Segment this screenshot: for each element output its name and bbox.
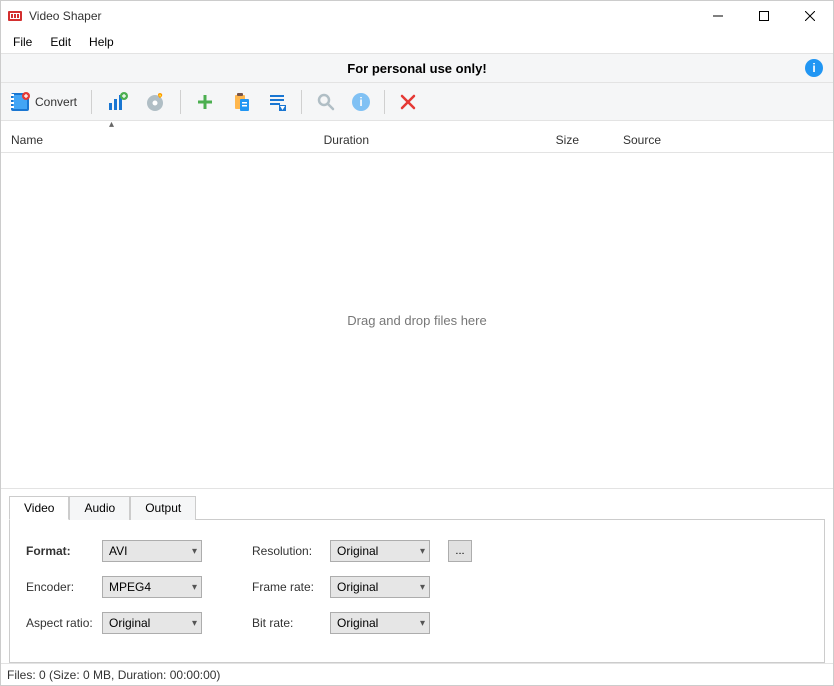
aspect-label: Aspect ratio: (26, 616, 102, 630)
tab-video[interactable]: Video (9, 496, 69, 520)
list-download-icon (267, 92, 287, 112)
chevron-down-icon: ▾ (192, 546, 197, 557)
bitrate-select[interactable]: Original ▾ (330, 612, 430, 634)
menu-edit[interactable]: Edit (42, 33, 79, 51)
window-title: Video Shaper (29, 9, 102, 23)
delete-button[interactable] (395, 87, 421, 117)
chevron-down-icon: ▾ (192, 582, 197, 593)
list-button[interactable] (263, 87, 291, 117)
chevron-down-icon: ▾ (420, 582, 425, 593)
encoder-select[interactable]: MPEG4 ▾ (102, 576, 202, 598)
info-button[interactable]: i (348, 87, 374, 117)
column-source[interactable]: Source (583, 133, 827, 147)
convert-button[interactable]: Convert (5, 87, 81, 117)
search-button[interactable] (312, 87, 340, 117)
toolbar: Convert (1, 83, 833, 121)
encoder-label: Encoder: (26, 580, 102, 594)
framerate-select[interactable]: Original ▾ (330, 576, 430, 598)
plus-icon (195, 92, 215, 112)
paste-button[interactable] (227, 87, 255, 117)
clipboard-icon (231, 92, 251, 112)
tab-panel-video: Format: AVI ▾ Resolution: Original ▾ ...… (9, 519, 825, 663)
maximize-button[interactable] (741, 1, 787, 31)
column-name[interactable]: Name (7, 133, 217, 147)
format-label: Format: (26, 544, 102, 558)
close-button[interactable] (787, 1, 833, 31)
file-list-area[interactable]: Drag and drop files here (1, 153, 833, 488)
toolbar-separator (384, 90, 385, 114)
bitrate-label: Bit rate: (252, 616, 330, 630)
status-text: Files: 0 (Size: 0 MB, Duration: 00:00:00… (7, 668, 220, 682)
disc-burn-icon (144, 91, 166, 113)
equalizer-icon (106, 91, 128, 113)
menubar: File Edit Help (1, 31, 833, 53)
info-circle-icon: i (352, 93, 370, 111)
aspect-select[interactable]: Original ▾ (102, 612, 202, 634)
film-icon (9, 91, 31, 113)
column-header-row: Name Duration Size Source (1, 127, 833, 153)
format-select[interactable]: AVI ▾ (102, 540, 202, 562)
minimize-button[interactable] (695, 1, 741, 31)
app-icon (7, 8, 23, 24)
banner-text: For personal use only! (347, 61, 486, 76)
sort-indicator-row: ▴ (1, 121, 833, 127)
tab-audio[interactable]: Audio (69, 496, 130, 520)
chevron-down-icon: ▾ (192, 618, 197, 629)
resolution-browse-button[interactable]: ... (448, 540, 472, 562)
add-button[interactable] (191, 87, 219, 117)
toolbar-separator (180, 90, 181, 114)
banner: For personal use only! i (1, 53, 833, 83)
search-icon (316, 92, 336, 112)
burn-disc-button[interactable] (140, 87, 170, 117)
toolbar-separator (91, 90, 92, 114)
settings-panel: Video Audio Output Format: AVI ▾ Resolut… (1, 488, 833, 663)
sort-ascending-icon: ▴ (109, 119, 114, 130)
framerate-label: Frame rate: (252, 580, 330, 594)
tab-output[interactable]: Output (130, 496, 196, 520)
menu-help[interactable]: Help (81, 33, 122, 51)
status-bar: Files: 0 (Size: 0 MB, Duration: 00:00:00… (1, 663, 833, 685)
x-icon (399, 93, 417, 111)
audio-extract-button[interactable] (102, 87, 132, 117)
convert-label: Convert (35, 95, 77, 109)
column-size[interactable]: Size (373, 133, 583, 147)
chevron-down-icon: ▾ (420, 618, 425, 629)
titlebar: Video Shaper (1, 1, 833, 31)
resolution-select[interactable]: Original ▾ (330, 540, 430, 562)
toolbar-separator (301, 90, 302, 114)
resolution-label: Resolution: (252, 544, 330, 558)
chevron-down-icon: ▾ (420, 546, 425, 557)
column-duration[interactable]: Duration (217, 133, 373, 147)
info-icon[interactable]: i (805, 59, 823, 77)
menu-file[interactable]: File (5, 33, 40, 51)
empty-list-text: Drag and drop files here (347, 313, 486, 328)
